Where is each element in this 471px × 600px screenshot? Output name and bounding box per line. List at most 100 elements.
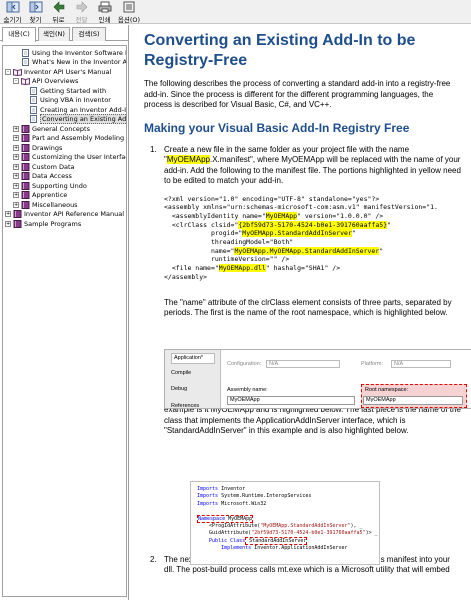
tab-index[interactable]: 색인(N) [38, 27, 70, 41]
book-icon [21, 153, 30, 161]
title-line-2: Registry-Free [144, 52, 248, 69]
code-highlight: MyOEMApp.StandardAddInServer [242, 229, 352, 238]
options-button[interactable]: 옵션(O) [116, 0, 142, 24]
assembly-name-field: MyOEMApp [227, 396, 355, 405]
page-title: Converting an Existing Add-In to be Regi… [144, 31, 462, 71]
code-text: <ProgIdAttribute( [197, 523, 261, 530]
tree-item[interactable]: Using VBA in Inventor [21, 96, 111, 105]
code-line: " [379, 246, 384, 255]
tree-item[interactable]: + Part and Assembly Modeling [13, 134, 124, 143]
page-icon [29, 86, 38, 95]
expand-icon[interactable]: + [13, 135, 19, 141]
expand-icon[interactable]: + [13, 154, 19, 160]
print-button[interactable]: 인쇄 [93, 0, 116, 24]
tree-item[interactable]: + Inventor API Reference Manual [5, 210, 124, 219]
print-label: 인쇄 [98, 16, 111, 24]
expand-icon[interactable]: + [13, 201, 19, 208]
book-icon [21, 181, 30, 190]
sidebar-tab-compile: Compile [171, 370, 192, 376]
tree-item[interactable]: + Supporting Undo [13, 181, 87, 190]
root-namespace-field: MyOEMApp [363, 396, 463, 405]
back-label: 뒤로 [52, 16, 65, 24]
configuration-label: Configuration: [227, 361, 262, 367]
name-attribute-paragraph: The "name" attribute of the clrClass ele… [164, 297, 452, 318]
tree-item-label: Sample Programs [24, 219, 82, 228]
forward-label: 전달 [75, 16, 88, 24]
collapse-icon[interactable]: - [13, 78, 19, 84]
book-icon [21, 162, 30, 171]
tree-item[interactable]: + Data Access [13, 172, 72, 181]
expand-icon[interactable]: + [13, 125, 19, 132]
expand-icon[interactable]: + [13, 144, 19, 151]
expand-icon[interactable]: + [13, 192, 19, 198]
options-label: 옵션(O) [117, 16, 141, 24]
code-text: System.Runtime.InteropServices [218, 493, 312, 500]
tree-item[interactable]: + Sample Programs [5, 219, 81, 228]
step-2-number: 2. [150, 554, 157, 564]
book-icon [13, 210, 22, 218]
code-text: Inventor.ApplicationAddInServer [251, 545, 348, 552]
tab-search[interactable]: 검색(S) [72, 27, 106, 41]
code-keyword: Imports [197, 486, 219, 492]
tree-item[interactable]: + General Concepts [13, 124, 90, 133]
tree-item[interactable]: + Customizing the User Interface [13, 153, 126, 162]
code-keyword: Public Class [197, 537, 246, 544]
tree-item-label: Data Access [32, 172, 72, 180]
tree-item-label: Creating an Inventor Add-I [40, 105, 126, 114]
nav-tabs: 내용(C) 색인(N) 검색(S) [0, 27, 129, 42]
sidebar-tab-application: Application* [171, 353, 215, 364]
back-button[interactable]: 뒤로 [47, 0, 70, 24]
book-icon [21, 124, 30, 133]
code-line: <assembly xmlns="urn:schemas-microsoft-c… [164, 203, 438, 212]
section-heading: Making your Visual Basic Add-In Registry… [144, 120, 410, 135]
platform-select: N/A [391, 360, 451, 368]
step-1-number: 1. [150, 144, 157, 154]
tree-item[interactable]: + Apprentice [13, 191, 67, 200]
expand-icon[interactable]: + [5, 220, 11, 227]
expand-icon[interactable]: + [13, 173, 19, 179]
expand-icon[interactable]: + [13, 163, 19, 170]
tree-item[interactable]: - API Overviews [13, 77, 78, 86]
sidebar-tab-references: References [171, 403, 200, 409]
tree-item-label: Custom Data [32, 162, 75, 171]
book-icon [21, 172, 30, 180]
tree-item-label: Miscellaneous [32, 200, 78, 209]
properties-sidebar: Application* Compile Debug References [165, 350, 221, 409]
assembly-name-label: Assembly name: [227, 387, 268, 393]
tree-item[interactable]: Using the Inventor Software Deve [13, 48, 126, 57]
code-string: "MyOEMApp.StandardAddInServer" [260, 523, 351, 530]
page-icon [29, 105, 38, 114]
tree-item[interactable]: + Miscellaneous [13, 200, 78, 209]
tree-item[interactable]: + Drawings [13, 143, 62, 152]
collapse-icon[interactable]: - [5, 68, 11, 75]
find-button[interactable]: 찾기 [24, 0, 47, 24]
code-text: MyOEMApp [225, 515, 253, 522]
forward-button[interactable]: 전달 [70, 0, 93, 24]
code-text: Microsoft.Win32 [218, 500, 267, 507]
tab-contents[interactable]: 내용(C) [2, 27, 36, 42]
code-text: )> _ [365, 530, 378, 537]
tree-item[interactable]: + Custom Data [13, 162, 75, 171]
tree-item[interactable]: - Inventor API User's Manual [5, 67, 111, 76]
tree-item-label: Inventor API Reference Manual [24, 210, 125, 218]
tree-item[interactable]: Creating an Inventor Add-I [21, 105, 126, 114]
hide-button[interactable]: 숨기기 [1, 0, 24, 24]
toolbar: 숨기기 찾기 뒤로 전달 인쇄 옵션(O) [0, 0, 471, 24]
code-line: " [351, 229, 356, 238]
navigation-pane: 내용(C) 색인(N) 검색(S) Using the Inventor Sof… [0, 25, 129, 600]
tree-item-label: Drawings [32, 143, 63, 152]
open-book-icon [13, 68, 22, 76]
namespace-highlight: Namespace MyOEMApp [197, 514, 254, 523]
code-keyword: Namespace [198, 515, 226, 522]
book-icon [21, 191, 30, 199]
code-line: " hashalg="SHA1" /> [265, 264, 341, 273]
tree-item[interactable]: What's New in the Inventor API [13, 58, 126, 67]
expand-icon[interactable]: + [5, 211, 11, 217]
tree-item[interactable]: Converting an Existing Add [21, 114, 126, 124]
printer-icon [98, 1, 112, 13]
page-icon [21, 48, 30, 57]
code-string: "2bf59d73-5170-4524-b0e1-391760aaffa5" [251, 530, 366, 537]
tree-item[interactable]: Getting Started with [21, 86, 106, 95]
expand-icon[interactable]: + [13, 182, 19, 189]
tree-item-label: Supporting Undo [32, 181, 87, 190]
